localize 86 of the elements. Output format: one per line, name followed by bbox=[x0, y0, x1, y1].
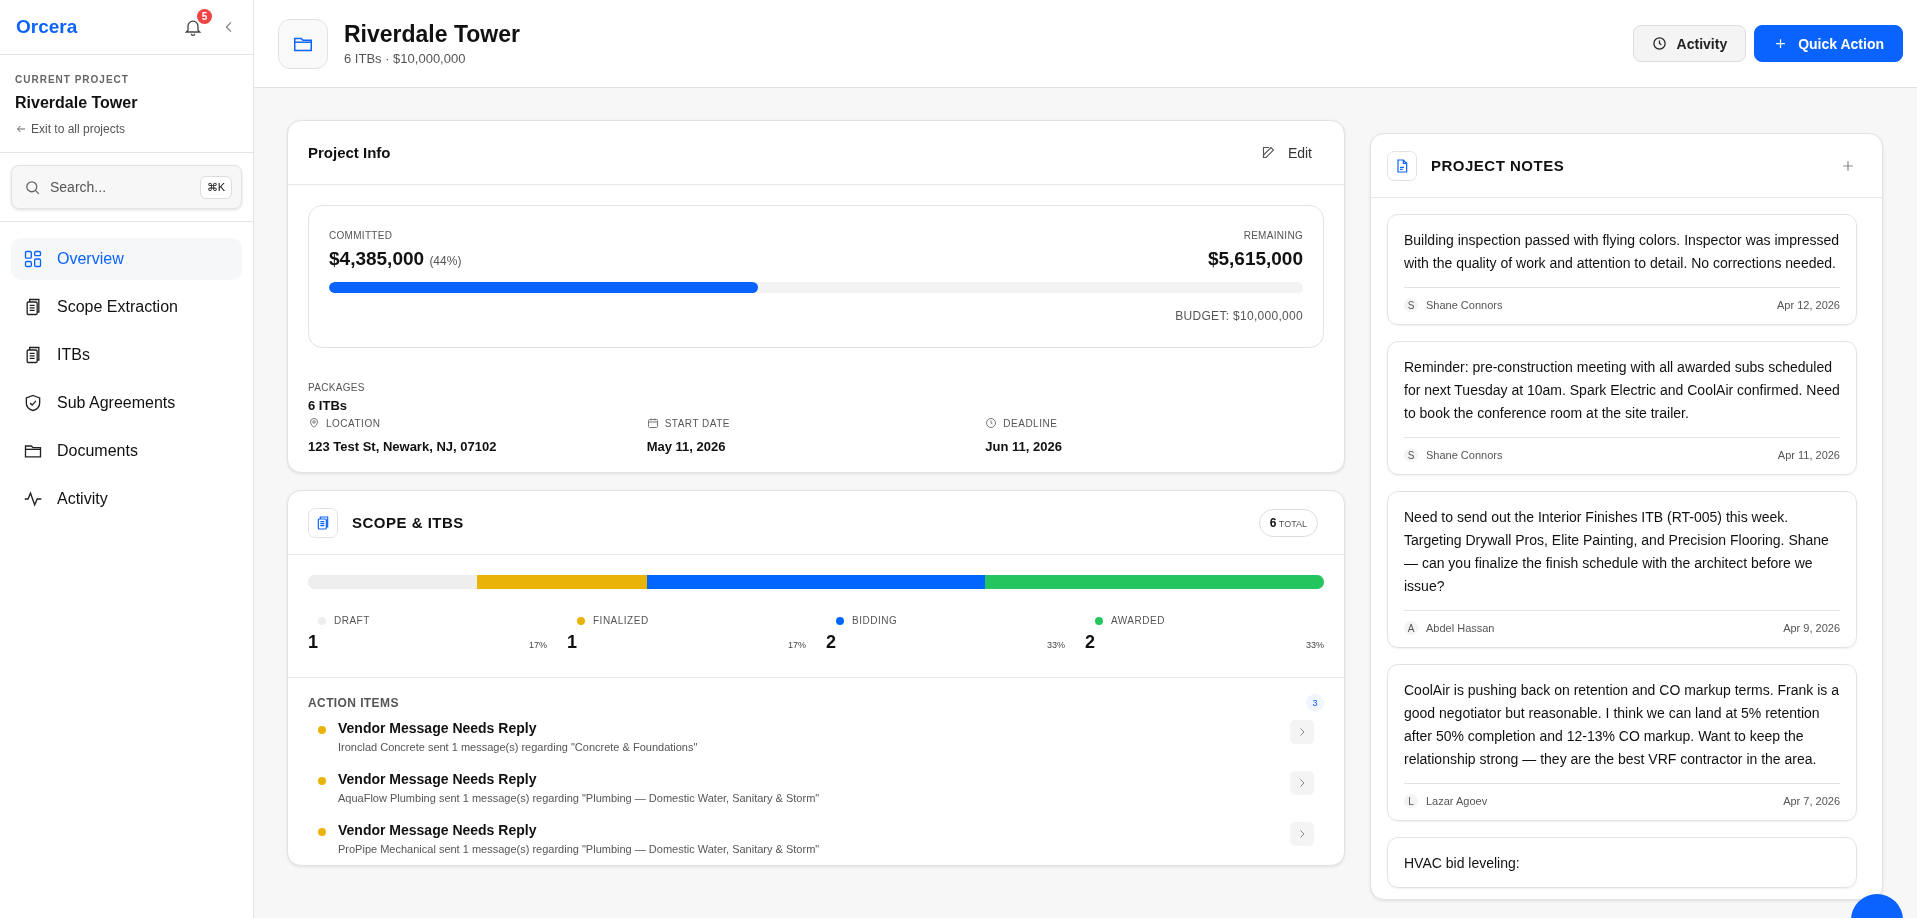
committed-label: COMMITTED bbox=[329, 230, 394, 241]
author-avatar: A bbox=[1404, 621, 1418, 635]
page-title: Riverdale Tower bbox=[344, 21, 520, 48]
note-date: Apr 9, 2026 bbox=[1783, 622, 1840, 634]
field-value: Jun 11, 2026 bbox=[985, 439, 1063, 454]
calendar-icon bbox=[646, 417, 659, 429]
nav-item[interactable]: Scope Extraction bbox=[11, 286, 242, 328]
action-item-detail: ProPipe Mechanical sent 1 message(s) regarding "Plumbing — Domestic Water, Sanitary & Storm" bbox=[338, 843, 821, 855]
clock-icon bbox=[985, 417, 998, 429]
clock-icon bbox=[1651, 36, 1667, 51]
note-date: Apr 7, 2026 bbox=[1783, 795, 1840, 807]
nav-item[interactable]: Sub Agreements bbox=[11, 382, 242, 424]
count-badge: 3 bbox=[1306, 694, 1324, 712]
action-item-title[interactable]: Vendor Message Needs Reply bbox=[338, 822, 1278, 838]
author-avatar: S bbox=[1404, 448, 1418, 462]
action-item-detail: AquaFlow Plumbing sent 1 message(s) regarding "Plumbing — Domestic Water, Sanitary & Storm" bbox=[338, 792, 821, 804]
note-text: Reminder: pre-construction meeting with all awarded subs scheduled for next Tuesday at 10am. Spark Electric and CoolAir confirmed. Need to book the conference room at the site trailer. bbox=[1404, 358, 1840, 423]
action-item-title[interactable]: Vendor Message Needs Reply bbox=[338, 720, 1278, 736]
exit-link[interactable]: Exit to all projects bbox=[31, 122, 126, 136]
status-count: 2 bbox=[826, 632, 836, 653]
section-label: ACTION ITEMS bbox=[308, 696, 399, 710]
field-value: May 11, 2026 bbox=[646, 439, 727, 454]
field-label: START DATE bbox=[664, 417, 731, 429]
status-percent: 17% bbox=[529, 640, 547, 650]
packages-label: PACKAGES bbox=[308, 382, 366, 393]
nav-item[interactable]: Activity bbox=[11, 478, 242, 520]
remaining-label: REMAINING bbox=[1242, 230, 1303, 241]
status-percent: 33% bbox=[1306, 640, 1324, 650]
chevron-right-button[interactable] bbox=[1290, 822, 1314, 846]
status-count: 1 bbox=[567, 632, 577, 653]
budget-total: BUDGET: $10,000,000 bbox=[1174, 309, 1303, 323]
author-name: Shane Connors bbox=[1426, 299, 1503, 311]
status-label: BIDDING bbox=[852, 615, 898, 626]
note-text: Building inspection passed with flying colors. Inspector was impressed with the quality of work and attention to detail. No corrections needed. bbox=[1404, 231, 1840, 273]
action-item-detail: Ironclad Concrete sent 1 message(s) regarding "Concrete & Foundations" bbox=[338, 741, 699, 753]
note-text: CoolAir is pushing back on retention and CO markup terms. Frank is a good negotiator but reasonable. I think we can land at 5% retention after 50% completion and 12-13% CO markup. Want to keep the relationship strong — they are the best VRF contractor in the area. bbox=[1404, 681, 1840, 769]
field-label: DEADLINE bbox=[1003, 417, 1058, 429]
nav-item[interactable]: ITBs bbox=[11, 334, 242, 376]
card-title: Project Info bbox=[308, 144, 391, 161]
chevron-right-button[interactable] bbox=[1290, 771, 1314, 795]
committed-percent: (44%) bbox=[429, 254, 462, 268]
packages-value: 6 ITBs bbox=[308, 398, 348, 413]
note-text: HVAC bid leveling: bbox=[1404, 854, 1521, 873]
search-icon bbox=[24, 179, 41, 196]
author-avatar: S bbox=[1404, 298, 1418, 312]
status-percent: 17% bbox=[788, 640, 806, 650]
chevron-right-button[interactable] bbox=[1290, 720, 1314, 744]
status-count: 2 bbox=[1085, 632, 1095, 653]
author-name: Lazar Agoev bbox=[1426, 795, 1488, 807]
author-avatar: L bbox=[1404, 794, 1418, 808]
folder-icon bbox=[278, 18, 328, 69]
activity-button[interactable]: Activity bbox=[1632, 25, 1747, 62]
panel-title: PROJECT NOTES bbox=[1431, 157, 1565, 174]
brand-logo[interactable]: Orcera bbox=[16, 16, 78, 38]
nav-item[interactable]: Overview bbox=[11, 238, 242, 280]
remaining-amount: $5,615,000 bbox=[1207, 248, 1303, 270]
field-label: LOCATION bbox=[326, 417, 381, 429]
action-item-title[interactable]: Vendor Message Needs Reply bbox=[338, 771, 1278, 787]
status-count: 1 bbox=[308, 632, 318, 653]
card-title: SCOPE & ITBS bbox=[352, 514, 464, 531]
edit-button[interactable]: Edit bbox=[1254, 143, 1318, 162]
pulse-icon bbox=[23, 489, 43, 509]
clipboard-icon bbox=[308, 507, 338, 538]
status-label: AWARDED bbox=[1111, 615, 1165, 626]
field-value: 123 Test St, Newark, NJ, 07102 bbox=[308, 439, 498, 454]
shield-check-icon bbox=[23, 393, 43, 413]
note-date: Apr 12, 2026 bbox=[1777, 299, 1840, 311]
status-label: DRAFT bbox=[334, 615, 370, 626]
page-subtitle: 6 ITBs · $10,000,000 bbox=[344, 51, 467, 66]
note-date: Apr 11, 2026 bbox=[1777, 449, 1840, 461]
quick-action-button[interactable]: Quick Action bbox=[1754, 25, 1903, 62]
grid-icon bbox=[23, 249, 43, 269]
status-label: FINALIZED bbox=[593, 615, 649, 626]
location-pin-icon bbox=[308, 417, 320, 429]
pencil-icon bbox=[1260, 145, 1276, 160]
section-label: CURRENT PROJECT bbox=[15, 74, 130, 85]
project-name: Riverdale Tower bbox=[15, 94, 139, 112]
document-icon bbox=[1387, 150, 1417, 181]
nav-item[interactable]: Documents bbox=[11, 430, 242, 472]
committed-amount: $4,385,000 bbox=[329, 248, 425, 269]
author-name: Abdel Hassan bbox=[1426, 622, 1495, 634]
status-percent: 33% bbox=[1047, 640, 1065, 650]
notification-badge: 5 bbox=[197, 9, 212, 24]
author-name: Shane Connors bbox=[1426, 449, 1503, 461]
arrow-left-icon bbox=[15, 123, 27, 135]
note-text: Need to send out the Interior Finishes ITB (RT-005) this week. Targeting Drywall Pros, Elite Painting, and Precision Flooring. Shane — can you finalize the finish schedule with the architect before we issue? bbox=[1404, 508, 1830, 596]
